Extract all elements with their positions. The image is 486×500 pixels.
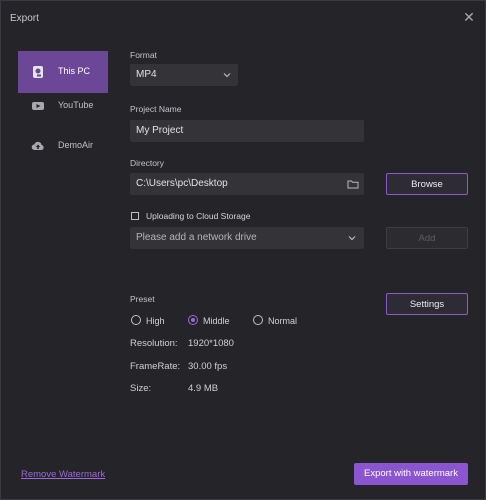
export-dialog: Export ✕ This PC YouTube DemoAir Format … xyxy=(0,0,486,500)
preset-option-label: Normal xyxy=(268,316,298,326)
project-name-value: My Project xyxy=(136,125,184,136)
preset-radio-high[interactable] xyxy=(131,315,141,325)
dialog-title: Export xyxy=(10,13,39,24)
close-icon[interactable]: ✕ xyxy=(460,8,478,26)
framerate-label: FrameRate: xyxy=(130,361,181,372)
this-pc-icon xyxy=(33,66,43,78)
cloud-upload-icon xyxy=(31,141,44,150)
settings-button[interactable]: Settings xyxy=(386,293,468,315)
size-value: 4.9 MB xyxy=(188,383,219,394)
remove-watermark-link[interactable]: Remove Watermark xyxy=(21,469,105,480)
title-bar: Export ✕ xyxy=(1,1,485,34)
chevron-down-icon xyxy=(348,236,356,241)
resolution-label: Resolution: xyxy=(130,338,178,349)
preset-label: Preset xyxy=(130,294,155,304)
network-drive-placeholder: Please add a network drive xyxy=(136,232,257,243)
preset-radio-middle[interactable] xyxy=(188,315,198,325)
cloud-storage-label: Uploading to Cloud Storage xyxy=(146,211,251,221)
sidebar-item-label: YouTube xyxy=(58,100,94,110)
directory-value: C:\Users\pc\Desktop xyxy=(136,178,228,189)
resolution-value: 1920*1080 xyxy=(188,338,234,349)
browse-button[interactable]: Browse xyxy=(386,173,468,195)
directory-label: Directory xyxy=(130,158,165,168)
cloud-storage-checkbox[interactable] xyxy=(131,212,139,220)
project-name-label: Project Name xyxy=(130,104,182,114)
youtube-icon xyxy=(32,102,44,110)
format-value: MP4 xyxy=(136,69,157,80)
preset-radio-normal[interactable] xyxy=(253,315,263,325)
export-button[interactable]: Export with watermark xyxy=(354,463,468,485)
preset-option-label: Middle xyxy=(203,316,230,326)
sidebar-item-label: DemoAir xyxy=(58,140,94,150)
sidebar-item-youtube[interactable]: YouTube xyxy=(18,85,108,127)
network-drive-select[interactable]: Please add a network drive xyxy=(130,227,364,249)
size-label: Size: xyxy=(130,383,152,394)
framerate-value: 30.00 fps xyxy=(188,361,228,372)
sidebar: This PC YouTube DemoAir xyxy=(1,34,108,474)
format-label: Format xyxy=(130,50,157,60)
folder-icon[interactable] xyxy=(347,178,359,190)
project-name-input[interactable]: My Project xyxy=(130,120,364,142)
preset-option-label: High xyxy=(146,316,165,326)
format-select[interactable]: MP4 xyxy=(130,64,238,86)
sidebar-item-demoair[interactable]: DemoAir xyxy=(18,125,108,167)
chevron-down-icon xyxy=(223,73,231,78)
sidebar-item-label: This PC xyxy=(58,66,91,76)
directory-input[interactable]: C:\Users\pc\Desktop xyxy=(130,173,364,195)
add-button[interactable]: Add xyxy=(386,227,468,249)
